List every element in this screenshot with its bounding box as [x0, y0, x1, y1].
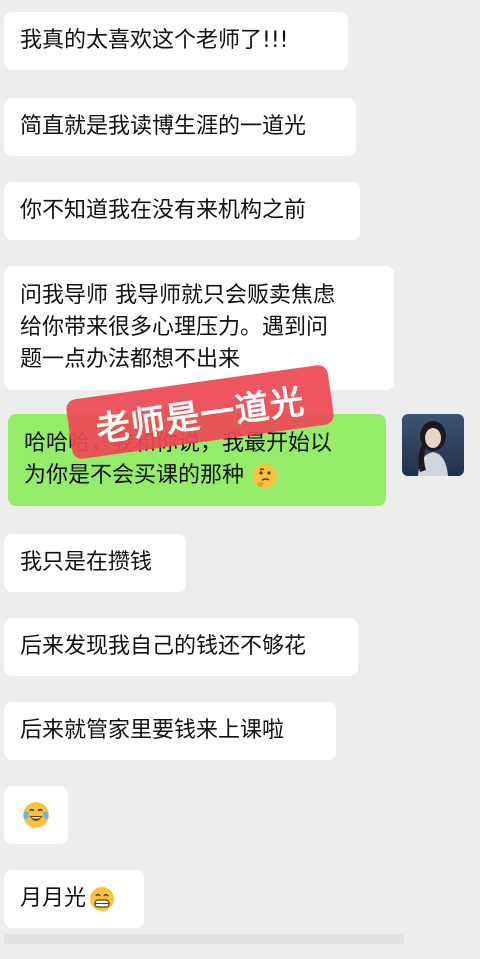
message-bubble-8[interactable]: 后来就管家里要钱来上课啦: [4, 702, 336, 760]
message-bubble-emoji[interactable]: [4, 786, 68, 844]
message-text: 月月光: [20, 886, 87, 911]
message-text: 你不知道我在没有来机构之前: [20, 198, 307, 223]
message-line-text: 为你是不会买课的那种: [24, 463, 245, 488]
message-bubble-2[interactable]: 简直就是我读博生涯的一道光: [4, 98, 356, 156]
message-text: 简直就是我读博生涯的一道光: [20, 114, 307, 139]
message-text: 我真的太喜欢这个老师了!!!: [20, 28, 289, 53]
grinning-face-icon: [90, 887, 115, 911]
message-bubble-6[interactable]: 我只是在攒钱: [4, 534, 186, 592]
message-text: 后来发现我自己的钱还不够花: [20, 634, 307, 659]
message-line: 问我导师 我导师就只会贩卖焦虑: [20, 283, 335, 308]
message-bubble-10[interactable]: 月月光: [4, 870, 144, 928]
thinking-face-icon: [253, 464, 278, 488]
message-bubble-3[interactable]: 你不知道我在没有来机构之前: [4, 182, 360, 240]
tears-of-joy-face-icon: [23, 802, 49, 828]
message-line: 给你带来很多心理压力。遇到问: [20, 315, 329, 340]
message-bubble-7[interactable]: 后来发现我自己的钱还不够花: [4, 618, 358, 676]
partial-message-bubble: [4, 934, 404, 944]
message-text: 我只是在攒钱: [20, 550, 153, 575]
message-text: 后来就管家里要钱来上课啦: [20, 718, 285, 743]
message-bubble-1[interactable]: 我真的太喜欢这个老师了!!!: [4, 12, 348, 70]
avatar-image: [402, 414, 464, 476]
message-line: 为你是不会买课的那种: [24, 460, 332, 492]
message-bubble-4[interactable]: 问我导师 我导师就只会贩卖焦虑 给你带来很多心理压力。遇到问 题一点办法都想不出…: [4, 266, 394, 390]
avatar[interactable]: [402, 414, 464, 476]
